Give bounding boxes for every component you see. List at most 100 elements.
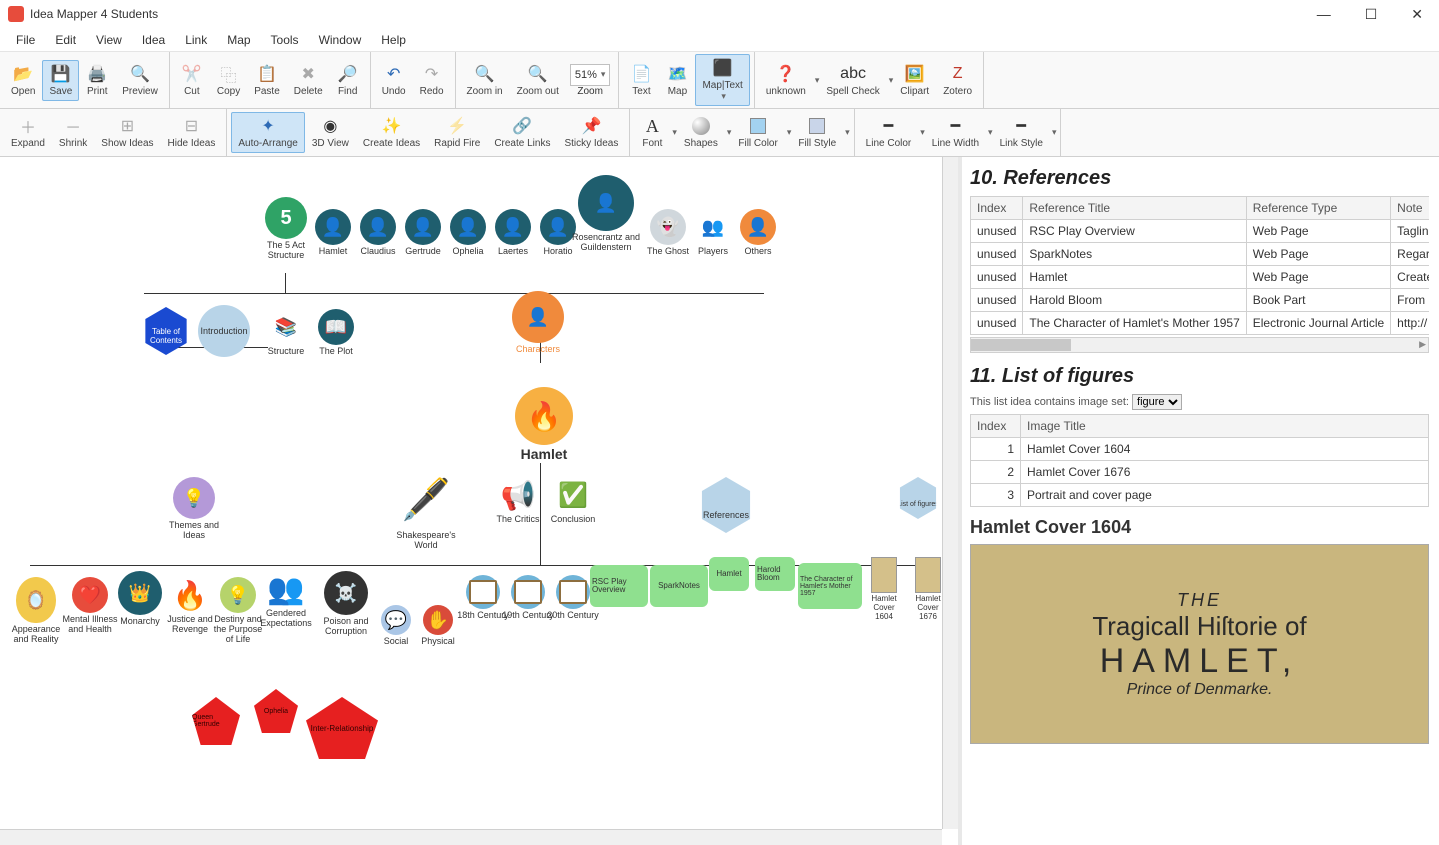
node-queen-gertrude[interactable]: Queen Gertrude: [188, 697, 244, 745]
node-toc[interactable]: Table of Contents: [138, 307, 194, 355]
menu-file[interactable]: File: [6, 30, 45, 50]
zoom-select[interactable]: 51%: [570, 64, 611, 86]
rapid-fire-button[interactable]: ⚡Rapid Fire: [427, 112, 487, 153]
node-monarchy[interactable]: 👑Monarchy: [112, 571, 168, 627]
menu-edit[interactable]: Edit: [45, 30, 86, 50]
map-canvas[interactable]: 5The 5 Act Structure 👤Hamlet 👤Claudius 👤…: [0, 157, 958, 845]
table-row[interactable]: unusedHarold BloomBook PartFrom I Archiv: [971, 289, 1430, 312]
link-style-button[interactable]: ━Link Style: [993, 112, 1050, 153]
menu-link[interactable]: Link: [175, 30, 217, 50]
node-rosencrantz[interactable]: 👤Rosencrantz and Guildenstern: [570, 175, 642, 253]
menu-tools[interactable]: Tools: [261, 30, 309, 50]
col-ref-title[interactable]: Reference Title: [1023, 197, 1246, 220]
node-critics[interactable]: 📢The Critics: [490, 477, 546, 525]
node-conclusion[interactable]: ✅Conclusion: [545, 477, 601, 525]
show-icon: ⊞: [117, 116, 137, 136]
expand-button[interactable]: ＋Expand: [4, 112, 52, 153]
map-text-view-button[interactable]: ⬛Map|Text▾: [695, 54, 749, 106]
zotero-button[interactable]: ZZotero: [936, 60, 979, 101]
show-ideas-button[interactable]: ⊞Show Ideas: [94, 112, 160, 153]
font-button[interactable]: AFont: [634, 112, 670, 153]
line-width-button[interactable]: ━Line Width: [925, 112, 986, 153]
node-ref-bloom[interactable]: Harold Bloom: [752, 557, 798, 591]
node-list-of-figures[interactable]: List of figures: [890, 477, 946, 519]
col-note[interactable]: Note: [1391, 197, 1429, 220]
preview-button[interactable]: 🔍Preview: [115, 60, 165, 101]
unknown-button[interactable]: ❓unknown: [759, 60, 813, 101]
node-mental[interactable]: ❤️Mental Illness and Health: [62, 577, 118, 635]
table-row[interactable]: unusedThe Character of Hamlet's Mother 1…: [971, 312, 1430, 335]
node-appearance[interactable]: 🪞Appearance and Reality: [8, 577, 64, 645]
find-button[interactable]: 🔎Find: [330, 60, 366, 101]
minimize-button[interactable]: —: [1309, 2, 1339, 27]
node-intro[interactable]: Introduction: [196, 305, 252, 357]
map-view-button[interactable]: 🗺️Map: [659, 60, 695, 101]
node-ref-mother[interactable]: The Character of Hamlet's Mother 1957: [796, 563, 864, 609]
references-hscroll[interactable]: [970, 337, 1429, 353]
close-button[interactable]: ✕: [1403, 2, 1431, 27]
table-row[interactable]: unusedRSC Play OverviewWeb PageTagline p…: [971, 220, 1430, 243]
node-inter-relationship[interactable]: Inter-Relationship: [302, 697, 382, 759]
canvas-vertical-scrollbar[interactable]: [942, 157, 958, 829]
maximize-button[interactable]: ☐: [1357, 2, 1386, 27]
create-ideas-button[interactable]: ✨Create Ideas: [356, 112, 427, 153]
node-ref-sparknotes[interactable]: SparkNotes: [648, 565, 710, 607]
canvas-horizontal-scrollbar[interactable]: [0, 829, 942, 845]
delete-button[interactable]: ✖Delete: [287, 60, 330, 101]
menu-window[interactable]: Window: [309, 30, 372, 50]
node-themes[interactable]: 💡Themes and Ideas: [158, 477, 230, 541]
node-hamlet-center[interactable]: 🔥Hamlet: [508, 387, 580, 462]
node-gendered[interactable]: 👥Gendered Expectations: [258, 571, 314, 629]
copy-button[interactable]: ⿻Copy: [210, 60, 247, 101]
cut-button[interactable]: ✂️Cut: [174, 60, 210, 101]
table-row[interactable]: unusedHamletWeb PageCreate Jeremy: [971, 266, 1430, 289]
undo-button[interactable]: ↶Undo: [375, 60, 413, 101]
save-button[interactable]: 💾Save: [42, 60, 79, 101]
zoom-in-button[interactable]: 🔍Zoom in: [460, 60, 510, 101]
node-poison[interactable]: ☠️Poison and Corruption: [318, 571, 374, 637]
col-ref-type[interactable]: Reference Type: [1246, 197, 1390, 220]
col-index[interactable]: Index: [971, 197, 1023, 220]
node-plot[interactable]: 📖The Plot: [308, 309, 364, 357]
spell-check-button[interactable]: abcSpell Check: [819, 60, 886, 101]
node-structure[interactable]: 📚Structure: [258, 309, 314, 357]
auto-arrange-button[interactable]: ✦Auto-Arrange: [231, 112, 304, 153]
image-set-select[interactable]: figure: [1132, 394, 1182, 410]
line-color-button[interactable]: ━Line Color: [859, 112, 919, 153]
3d-view-button[interactable]: ◉3D View: [305, 112, 356, 153]
clipart-button[interactable]: 🖼️Clipart: [893, 60, 936, 101]
shrink-button[interactable]: －Shrink: [52, 112, 94, 153]
create-links-button[interactable]: 🔗Create Links: [487, 112, 557, 153]
text-view-button[interactable]: 📄Text: [623, 60, 659, 101]
zoom-out-button[interactable]: 🔍Zoom out: [510, 60, 566, 101]
node-ophelia-sub[interactable]: Ophelia: [248, 689, 304, 733]
table-row[interactable]: 3Portrait and cover page: [971, 484, 1429, 507]
paste-button[interactable]: 📋Paste: [247, 60, 287, 101]
table-row[interactable]: 2Hamlet Cover 1676: [971, 461, 1429, 484]
references-table[interactable]: Index Reference Title Reference Type Not…: [970, 196, 1429, 335]
node-cover-1604[interactable]: Hamlet Cover 1604: [864, 557, 904, 621]
node-others[interactable]: 👤Others: [730, 209, 786, 257]
figures-table[interactable]: Index Image Title 1Hamlet Cover 16042Ham…: [970, 414, 1429, 507]
node-shakespeares-world[interactable]: 🖋️Shakespeare's World: [390, 469, 462, 551]
table-row[interactable]: 1Hamlet Cover 1604: [971, 438, 1429, 461]
fill-color-button[interactable]: Fill Color: [731, 112, 784, 153]
menu-map[interactable]: Map: [217, 30, 260, 50]
fill-style-button[interactable]: Fill Style: [791, 112, 843, 153]
menu-view[interactable]: View: [86, 30, 132, 50]
hide-ideas-button[interactable]: ⊟Hide Ideas: [161, 112, 223, 153]
node-characters[interactable]: 👤Characters: [510, 291, 566, 355]
menu-idea[interactable]: Idea: [132, 30, 175, 50]
table-row[interactable]: unusedSparkNotesWeb PageRegard Hamlet: [971, 243, 1430, 266]
col-fig-index[interactable]: Index: [971, 415, 1021, 438]
open-button[interactable]: 📂Open: [4, 60, 42, 101]
sticky-ideas-button[interactable]: 📌Sticky Ideas: [557, 112, 625, 153]
node-ref-hamlet[interactable]: Hamlet: [706, 557, 752, 591]
redo-button[interactable]: ↷Redo: [413, 60, 451, 101]
print-button[interactable]: 🖨️Print: [79, 60, 115, 101]
menu-help[interactable]: Help: [371, 30, 416, 50]
col-fig-title[interactable]: Image Title: [1021, 415, 1429, 438]
node-references[interactable]: References: [690, 477, 762, 533]
node-ref-rsc[interactable]: RSC Play Overview: [588, 565, 650, 607]
shapes-button[interactable]: Shapes: [677, 112, 725, 153]
